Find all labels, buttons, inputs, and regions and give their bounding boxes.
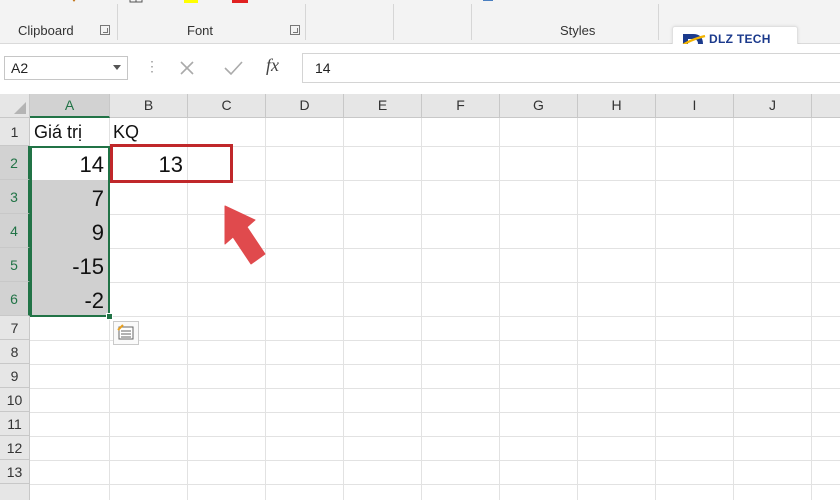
group-label-clipboard: Clipboard bbox=[18, 23, 74, 38]
formula-input[interactable]: 14 bbox=[302, 53, 840, 83]
name-box[interactable]: A2 bbox=[4, 56, 128, 80]
format-painter-icon[interactable] bbox=[64, 0, 84, 5]
group-separator bbox=[471, 4, 472, 40]
group-separator bbox=[117, 4, 118, 40]
pointer-arrow-icon bbox=[224, 205, 266, 265]
name-box-value: A2 bbox=[11, 60, 29, 76]
group-separator bbox=[393, 4, 394, 40]
worksheet-grid[interactable]: A B C D E F G H I J 1 2 3 4 5 6 7 8 9 10… bbox=[0, 94, 840, 500]
cancel-icon[interactable] bbox=[174, 56, 202, 80]
enter-check-icon[interactable] bbox=[220, 56, 248, 80]
group-separator bbox=[658, 4, 659, 40]
chevron-down-icon[interactable] bbox=[113, 65, 121, 70]
group-label-font: Font bbox=[187, 23, 214, 38]
font-color-icon[interactable] bbox=[230, 0, 270, 5]
formula-bar-grip-icon[interactable]: ⋮ bbox=[145, 58, 159, 75]
font-launcher-icon[interactable] bbox=[290, 25, 300, 35]
group-separator bbox=[305, 4, 306, 40]
group-label-styles: Styles bbox=[560, 23, 596, 38]
fill-color-icon[interactable] bbox=[182, 0, 222, 5]
insert-function-button[interactable]: fx bbox=[266, 55, 279, 76]
cell-styles-icon[interactable] bbox=[482, 0, 572, 5]
clipboard-launcher-icon[interactable] bbox=[100, 25, 110, 35]
borders-icon[interactable] bbox=[128, 0, 168, 5]
quick-analysis-icon[interactable] bbox=[113, 321, 139, 345]
